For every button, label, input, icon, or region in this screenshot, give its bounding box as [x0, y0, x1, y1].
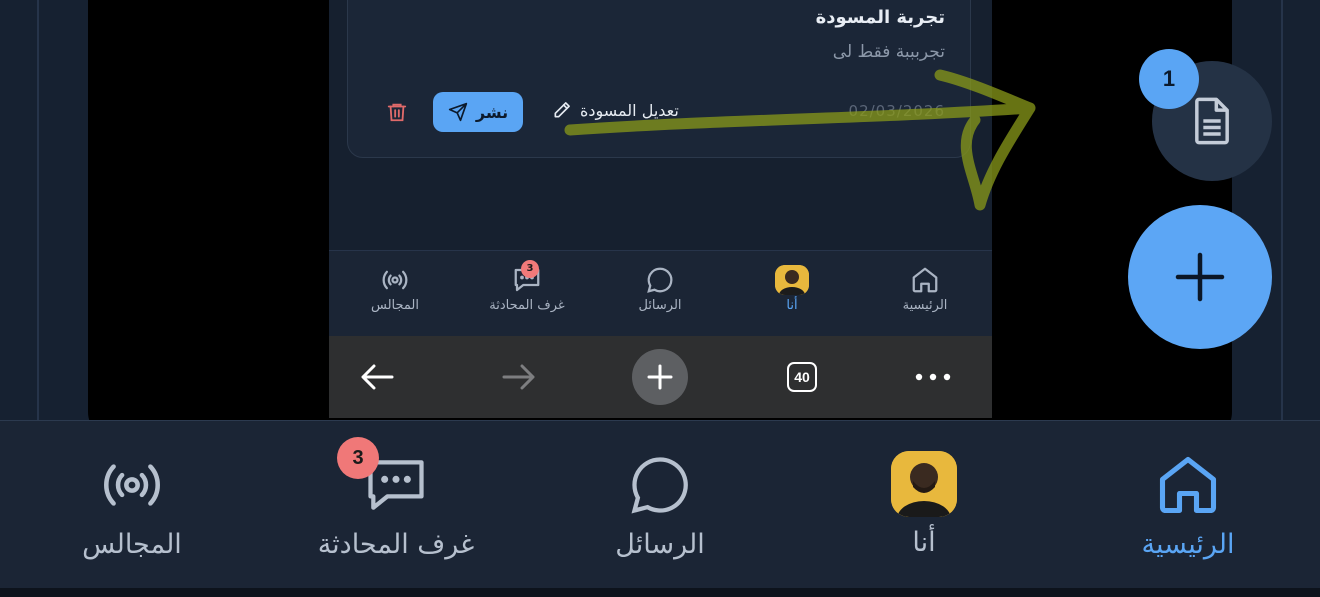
inner-nav-me-label: أنا — [786, 298, 798, 313]
edit-draft-label: تعديل المسودة — [580, 100, 679, 120]
nav-councils[interactable]: المجالس — [22, 451, 242, 560]
nav-messages[interactable]: الرسائل — [550, 451, 770, 560]
chat-bubble-icon — [647, 267, 673, 293]
publish-button[interactable]: نشر — [433, 92, 523, 132]
inner-nav-messages-label: الرسائل — [638, 298, 682, 313]
inner-nav-home[interactable]: الرئيسية — [875, 265, 975, 313]
plus-icon — [1175, 252, 1225, 302]
nav-me[interactable]: أنا — [814, 451, 1034, 558]
inner-nav-me[interactable]: أنا — [742, 265, 842, 313]
inner-screenshot: تجربة المسودة تجربببة فقط لى 02/03/2026 … — [329, 0, 992, 418]
back-button[interactable] — [349, 349, 405, 405]
plus-icon — [647, 364, 673, 390]
inner-nav-councils[interactable]: المجالس — [345, 265, 445, 313]
inner-nav-chat-rooms-label: غرف المحادثة — [489, 298, 565, 313]
left-edge-divider — [37, 0, 39, 420]
draft-card[interactable]: تجربة المسودة تجربببة فقط لى 02/03/2026 … — [347, 0, 971, 158]
more-icon — [915, 373, 951, 381]
inner-nav-chat-rooms[interactable]: 3 غرف المحادثة — [477, 260, 577, 313]
draft-count-badge: 1 — [1139, 49, 1199, 109]
chat-rooms-badge: 3 — [337, 437, 379, 479]
tab-count: 40 — [787, 362, 817, 392]
send-icon — [448, 102, 468, 122]
add-button[interactable] — [1128, 205, 1272, 349]
home-icon — [912, 267, 938, 293]
pencil-icon — [554, 102, 570, 118]
forward-button[interactable] — [491, 349, 547, 405]
more-menu-button[interactable] — [905, 349, 961, 405]
main-bottom-nav: الرئيسية أنا الرسائل غرف المحادثة 3 المج… — [0, 420, 1320, 589]
edit-draft-button[interactable]: تعديل المسودة — [552, 100, 679, 120]
nav-councils-label: المجالس — [82, 529, 182, 560]
nav-chat-rooms[interactable]: غرف المحادثة — [286, 451, 506, 560]
trash-icon[interactable] — [386, 100, 408, 124]
chat-rooms-badge: 3 — [521, 260, 539, 278]
nav-home-label: الرئيسية — [1141, 529, 1235, 560]
nav-home[interactable]: الرئيسية — [1078, 451, 1298, 560]
bottom-strip — [0, 588, 1320, 597]
publish-label: نشر — [475, 102, 509, 122]
new-tab-button[interactable] — [632, 349, 688, 405]
broadcast-icon — [104, 464, 160, 506]
home-icon — [1159, 456, 1217, 514]
draft-title: تجربة المسودة — [815, 7, 945, 28]
chat-bubble-icon — [631, 457, 688, 514]
broadcast-icon — [382, 270, 408, 290]
inner-nav-home-label: الرئيسية — [902, 298, 948, 313]
inner-nav-councils-label: المجالس — [371, 298, 419, 313]
arrow-left-icon — [361, 364, 394, 390]
avatar — [891, 451, 957, 517]
inner-nav-messages[interactable]: الرسائل — [610, 265, 710, 313]
avatar — [775, 265, 809, 295]
right-edge-divider — [1281, 0, 1283, 420]
nav-me-label: أنا — [912, 527, 936, 558]
nav-messages-label: الرسائل — [615, 529, 705, 560]
tabs-button[interactable]: 40 — [774, 349, 830, 405]
draft-body: تجربببة فقط لى — [832, 42, 945, 62]
arrow-right-icon — [502, 364, 535, 390]
draft-date: 02/03/2026 — [848, 102, 945, 120]
browser-toolbar: 40 — [329, 336, 992, 418]
document-icon — [1195, 97, 1229, 145]
nav-chat-rooms-label: غرف المحادثة — [317, 529, 475, 560]
inner-bottom-nav: الرئيسية أنا الرسائل 3 غرف المحادثة المج… — [329, 250, 992, 337]
